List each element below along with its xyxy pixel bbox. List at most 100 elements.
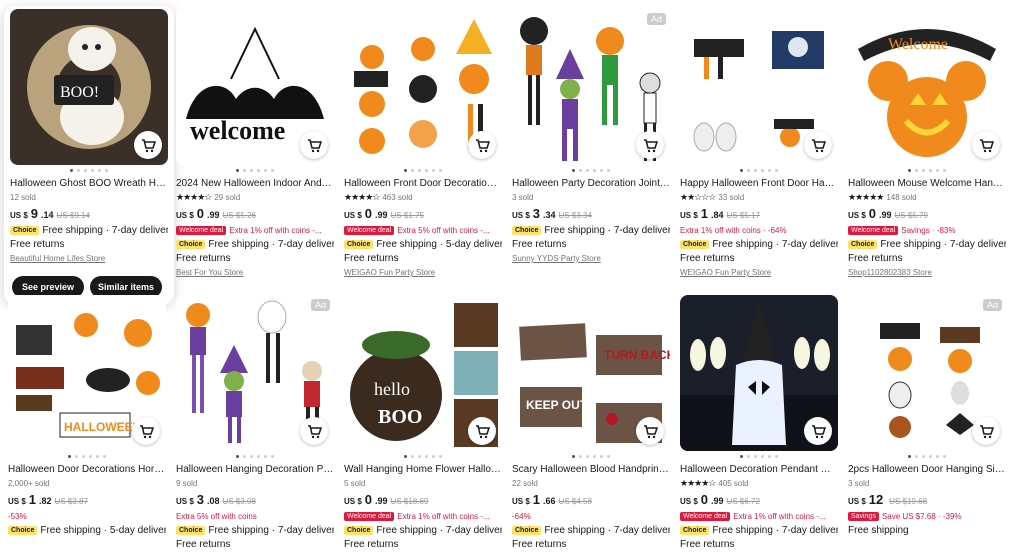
choice-badge: Choice — [512, 225, 542, 235]
sold-count: 5 sold — [344, 478, 366, 488]
cart-icon — [644, 425, 658, 439]
product-image[interactable]: Ad — [848, 295, 1006, 451]
add-to-cart-button[interactable] — [972, 417, 1000, 445]
add-to-cart-button[interactable] — [804, 417, 832, 445]
add-to-cart-button[interactable] — [636, 417, 664, 445]
product-image[interactable] — [680, 295, 838, 451]
product-card[interactable]: Halloween Decoration Pendant Out... ★★★★… — [680, 295, 838, 550]
welcome-deal-badge: Welcome deal — [344, 225, 395, 235]
welcome-deal-badge: Welcome deal — [344, 511, 395, 521]
product-title[interactable]: Halloween Decoration Pendant Out... — [680, 464, 838, 475]
choice-badge: Choice — [680, 239, 710, 249]
product-image[interactable]: welcome — [176, 9, 334, 165]
product-title[interactable]: Happy Halloween Front Door Hangi... — [680, 178, 838, 189]
add-to-cart-button[interactable] — [132, 417, 160, 445]
add-to-cart-button[interactable] — [300, 131, 328, 159]
store-link[interactable]: Best For You Store — [176, 268, 334, 277]
cart-icon — [644, 139, 658, 153]
welcome-deal-badge: Welcome deal — [680, 511, 731, 521]
product-card[interactable]: welcome 2024 New Halloween Indoor And O.… — [176, 9, 334, 277]
choice-badge: Choice — [344, 239, 374, 249]
price: US $0.99 US $6.72 — [680, 492, 760, 507]
product-title[interactable]: Halloween Party Decoration Jointed ... — [512, 178, 670, 189]
choice-badge: Choice — [10, 225, 40, 235]
choice-badge: Choice — [680, 525, 710, 535]
svg-text:Welcome: Welcome — [888, 36, 948, 53]
image-carousel-dots — [680, 169, 838, 173]
price: US $1.82 US $3.87 — [8, 492, 88, 507]
product-card[interactable]: Ad Halloween Hanging Decoration Pap... 9… — [176, 295, 334, 550]
product-image[interactable] — [680, 9, 838, 165]
choice-badge: Choice — [848, 239, 878, 249]
image-carousel-dots — [512, 455, 670, 459]
product-card[interactable]: Welcome Halloween Mouse Welcome Hangin..… — [848, 9, 1006, 277]
add-to-cart-button[interactable] — [468, 131, 496, 159]
product-title[interactable]: Halloween Door Decorations Horror... — [8, 464, 166, 475]
product-image[interactable]: HALLOWEEN — [8, 295, 166, 451]
ad-badge: Ad — [982, 299, 1002, 311]
savings-badge: Savings — [848, 511, 879, 521]
product-image[interactable]: Welcome — [848, 9, 1006, 165]
add-to-cart-button[interactable] — [972, 131, 1000, 159]
product-image[interactable]: Ad — [176, 295, 334, 451]
product-title[interactable]: Halloween Mouse Welcome Hangin... — [848, 178, 1006, 189]
price: US $12 US $19.68 — [848, 492, 928, 507]
sold-count: 3 sold — [512, 192, 534, 202]
add-to-cart-button[interactable] — [468, 417, 496, 445]
add-to-cart-button[interactable] — [636, 131, 664, 159]
price: US $3.08 US $3.08 — [176, 492, 256, 507]
product-card[interactable]: Ad Halloween Party Decoration Jointed ..… — [512, 9, 670, 263]
store-link[interactable]: Shop1102802383 Store — [848, 268, 1006, 277]
cart-icon — [812, 139, 826, 153]
sold-count: 3 sold — [848, 478, 870, 488]
cart-icon — [308, 425, 322, 439]
image-carousel-dots — [848, 169, 1006, 173]
price: US $1.84 US $5.17 — [680, 206, 760, 221]
product-image[interactable]: hello BOO — [344, 295, 502, 451]
product-title[interactable]: 2pcs Halloween Door Hanging Sign ... — [848, 464, 1006, 475]
choice-badge: Choice — [512, 525, 542, 535]
sold-count: 9 sold — [176, 478, 198, 488]
sold-count: 12 sold — [10, 192, 36, 202]
product-card[interactable]: HALLOWEEN Halloween Door Decorations Hor… — [8, 295, 166, 536]
rating-stars: ★★★★☆ — [176, 191, 212, 202]
add-to-cart-button[interactable] — [134, 131, 162, 159]
product-card[interactable]: TURN BACK! KEEP OUT! Scary Halloween Blo… — [512, 295, 670, 550]
product-title[interactable]: Wall Hanging Home Flower Hallowe... — [344, 464, 502, 475]
image-carousel-dots — [176, 169, 334, 173]
product-image[interactable]: TURN BACK! KEEP OUT! — [512, 295, 670, 451]
sold-count: 2,000+ sold — [8, 478, 50, 488]
product-image[interactable]: Ad — [512, 9, 670, 165]
product-image[interactable]: BOO! — [10, 9, 168, 165]
product-title[interactable]: Halloween Front Door Decoration Si... — [344, 178, 502, 189]
product-card[interactable]: Happy Halloween Front Door Hangi... ★★☆☆… — [680, 9, 838, 277]
product-card[interactable]: Ad 2pcs Halloween Door Hanging Sign ... … — [848, 295, 1006, 536]
product-title[interactable]: 2024 New Halloween Indoor And O... — [176, 178, 334, 189]
product-title[interactable]: Halloween Hanging Decoration Pap... — [176, 464, 334, 475]
choice-badge: Choice — [176, 239, 206, 249]
ad-badge: Ad — [310, 299, 330, 311]
store-link[interactable]: WEIGAO Fun Party Store — [680, 268, 838, 277]
store-link[interactable]: WEIGAO Fun Party Store — [344, 268, 502, 277]
product-title[interactable]: Halloween Ghost BOO Wreath Hallo... — [10, 178, 168, 189]
store-link[interactable]: Beautiful Home Lifes Store — [10, 254, 168, 263]
product-image[interactable] — [344, 9, 502, 165]
choice-badge: Choice — [176, 525, 206, 535]
product-card[interactable]: Halloween Front Door Decoration Si... ★★… — [344, 9, 502, 277]
store-link[interactable]: Sunny YYDS Party Store — [512, 254, 670, 263]
product-card[interactable]: hello BOO Wall Hanging Home Flower Hallo… — [344, 295, 502, 550]
cart-icon — [980, 425, 994, 439]
price: US $3.34 US $3.34 — [512, 206, 592, 221]
price: US $0.99 US $1.75 — [344, 206, 424, 221]
product-card[interactable]: BOO! Halloween Ghost BOO Wreath Hallo...… — [4, 6, 174, 304]
rating-stars: ★★☆☆☆ — [680, 191, 716, 202]
price: US $0.99 US $5.26 — [176, 206, 256, 221]
choice-badge: Choice — [8, 525, 38, 535]
price: US $0.99 US $5.79 — [848, 206, 928, 221]
product-title[interactable]: Scary Halloween Blood Handprint P... — [512, 464, 670, 475]
cart-icon — [308, 139, 322, 153]
add-to-cart-button[interactable] — [300, 417, 328, 445]
add-to-cart-button[interactable] — [804, 131, 832, 159]
image-carousel-dots — [512, 169, 670, 173]
cart-icon — [980, 139, 994, 153]
